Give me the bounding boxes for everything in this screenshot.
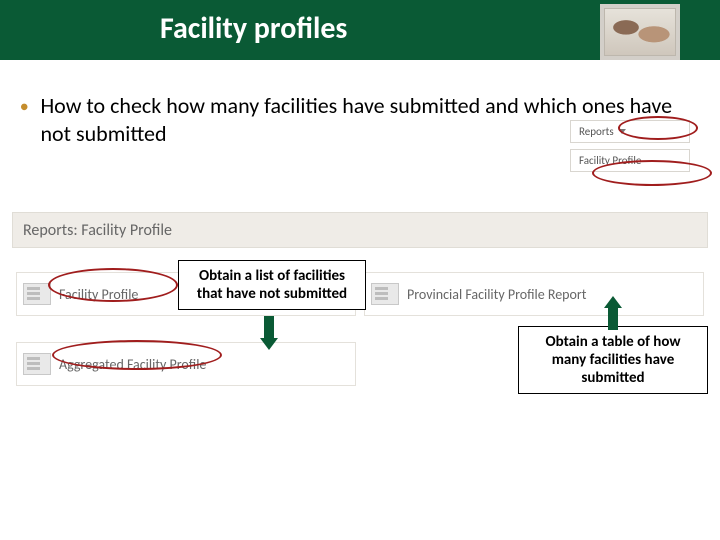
bullet-icon: ● [20, 98, 28, 115]
arrow-down-icon [260, 316, 278, 350]
arrow-up-icon [604, 296, 622, 330]
page-icon [23, 353, 51, 375]
card-provincial-label: Provincial Facility Profile Report [407, 286, 586, 303]
slide-header: Facility profiles [0, 0, 720, 60]
annotation-oval-facility-profile [592, 160, 712, 186]
card-provincial-facility-profile-report[interactable]: Provincial Facility Profile Report [364, 272, 704, 316]
annotation-oval-reports [618, 116, 698, 140]
page-icon [23, 283, 51, 305]
reports-section-title: Reports: Facility Profile [23, 221, 172, 240]
page-icon [371, 283, 399, 305]
callout-not-submitted: Obtain a list of facilities that have no… [178, 260, 366, 310]
callout-submitted-count: Obtain a table of how many facilities ha… [518, 326, 708, 394]
slide-title: Facility profiles [160, 10, 347, 47]
reports-label: Reports [579, 125, 614, 138]
header-photo [600, 4, 680, 60]
annotation-oval-facility-profile-card [48, 268, 178, 302]
reports-section-bar: Reports: Facility Profile [12, 212, 708, 248]
annotation-oval-aggregated-card [52, 340, 222, 370]
